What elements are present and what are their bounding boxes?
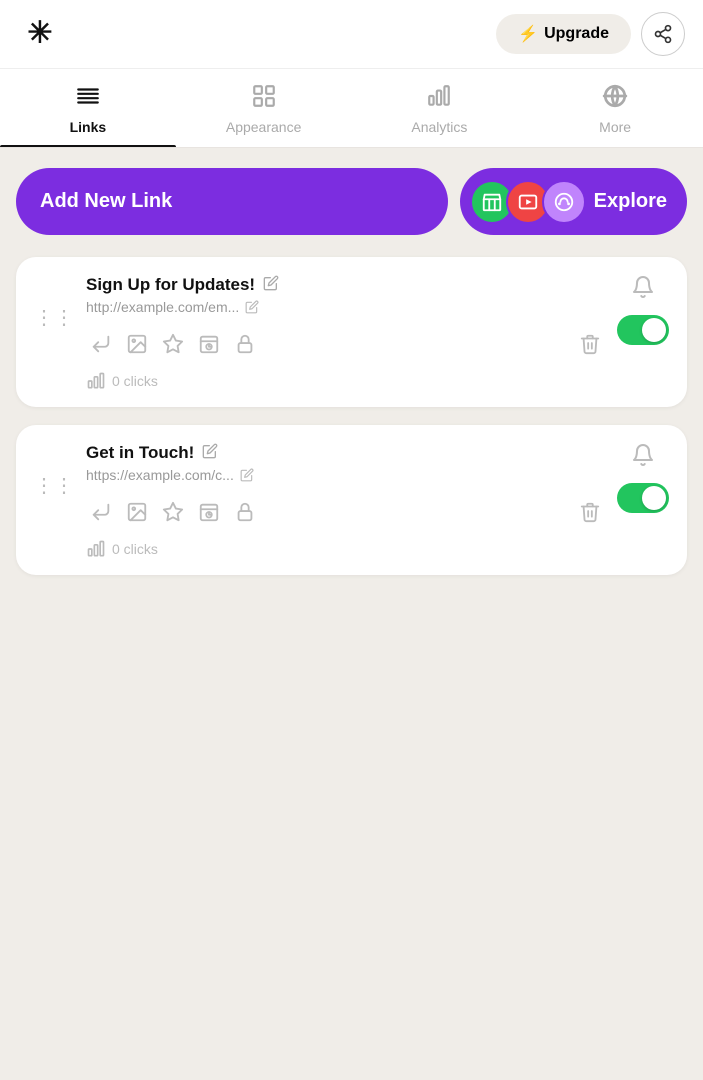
link-title: Sign Up for Updates! xyxy=(86,275,255,295)
thumbnail-button[interactable] xyxy=(122,329,152,359)
share-icon xyxy=(653,24,673,44)
clicks-count: 0 clicks xyxy=(86,371,605,391)
card-actions xyxy=(86,497,605,527)
logo: ✳ xyxy=(18,12,62,56)
tab-appearance[interactable]: Appearance xyxy=(176,69,352,147)
toggle-knob xyxy=(642,486,666,510)
explore-button[interactable]: Explore xyxy=(460,168,687,235)
clicks-label: 0 clicks xyxy=(112,373,158,389)
tab-analytics[interactable]: Analytics xyxy=(352,69,528,147)
star-button[interactable] xyxy=(158,497,188,527)
link-card: ⋮⋮ Sign Up for Updates! http://example.c… xyxy=(16,257,687,407)
schedule-button[interactable] xyxy=(194,329,224,359)
explore-icon-audio xyxy=(542,180,586,224)
toggle-knob xyxy=(642,318,666,342)
analytics-icon xyxy=(426,83,452,113)
redirect-button[interactable] xyxy=(86,329,116,359)
card-right xyxy=(617,443,669,513)
redirect-button[interactable] xyxy=(86,497,116,527)
add-new-link-label: Add New Link xyxy=(40,190,172,212)
delete-button[interactable] xyxy=(575,329,605,359)
notification-bell-icon[interactable] xyxy=(631,443,655,473)
card-right xyxy=(617,275,669,345)
appearance-icon xyxy=(251,83,277,113)
url-edit-icon[interactable] xyxy=(245,300,259,314)
tab-more-label: More xyxy=(599,119,631,135)
add-new-link-button[interactable]: Add New Link xyxy=(16,168,448,235)
header-right: ⚡ Upgrade xyxy=(496,12,685,56)
drag-handle[interactable]: ⋮⋮ xyxy=(34,305,74,330)
notification-bell-icon[interactable] xyxy=(631,275,655,305)
more-icon xyxy=(602,83,628,113)
clicks-count: 0 clicks xyxy=(86,539,605,559)
star-button[interactable] xyxy=(158,329,188,359)
clicks-icon xyxy=(86,371,106,391)
main-content: Add New Link xyxy=(0,148,703,613)
explore-label: Explore xyxy=(594,190,667,213)
tab-appearance-label: Appearance xyxy=(226,119,302,135)
title-edit-icon[interactable] xyxy=(263,275,279,295)
nav-tabs: Links Appearance Analytics More xyxy=(0,69,703,148)
share-button[interactable] xyxy=(641,12,685,56)
link-toggle[interactable] xyxy=(617,315,669,345)
card-content: Get in Touch! https://example.com/c... xyxy=(86,443,605,559)
card-title-row: Get in Touch! xyxy=(86,443,605,463)
card-title-row: Sign Up for Updates! xyxy=(86,275,605,295)
upgrade-label: Upgrade xyxy=(544,25,609,43)
tab-more[interactable]: More xyxy=(527,69,703,147)
thumbnail-button[interactable] xyxy=(122,497,152,527)
upgrade-button[interactable]: ⚡ Upgrade xyxy=(496,14,631,54)
link-card: ⋮⋮ Get in Touch! https://example.com/c..… xyxy=(16,425,687,575)
card-content: Sign Up for Updates! http://example.com/… xyxy=(86,275,605,391)
card-actions xyxy=(86,329,605,359)
action-row: Add New Link xyxy=(16,168,687,235)
title-edit-icon[interactable] xyxy=(202,443,218,463)
bolt-icon: ⚡ xyxy=(518,24,538,44)
clicks-label: 0 clicks xyxy=(112,541,158,557)
header: ✳ ⚡ Upgrade xyxy=(0,0,703,69)
schedule-button[interactable] xyxy=(194,497,224,527)
link-title: Get in Touch! xyxy=(86,443,194,463)
tab-analytics-label: Analytics xyxy=(411,119,467,135)
link-url: http://example.com/em... xyxy=(86,299,605,315)
drag-handle[interactable]: ⋮⋮ xyxy=(34,473,74,498)
tab-links[interactable]: Links xyxy=(0,69,176,147)
delete-button[interactable] xyxy=(575,497,605,527)
explore-icons xyxy=(470,180,586,224)
clicks-icon xyxy=(86,539,106,559)
tab-links-label: Links xyxy=(70,119,107,135)
lock-button[interactable] xyxy=(230,329,260,359)
url-edit-icon[interactable] xyxy=(240,468,254,482)
svg-text:✳: ✳ xyxy=(27,16,52,49)
link-toggle[interactable] xyxy=(617,483,669,513)
link-url: https://example.com/c... xyxy=(86,467,605,483)
lock-button[interactable] xyxy=(230,497,260,527)
links-icon xyxy=(75,83,101,113)
